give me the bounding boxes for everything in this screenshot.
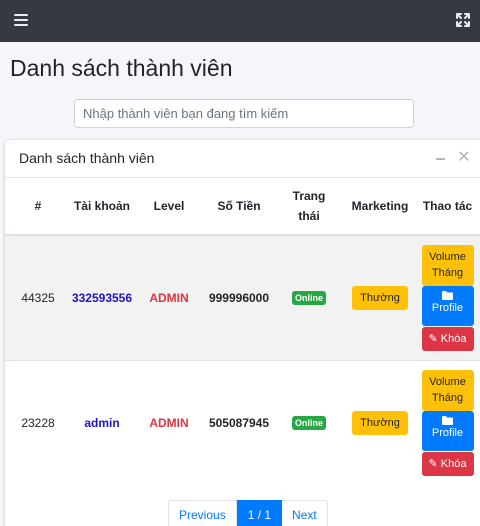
pencil-icon: ✎ — [428, 457, 438, 470]
volume-month-button[interactable]: Volume Tháng — [421, 369, 474, 411]
profile-label: Profile — [431, 301, 464, 314]
account-link[interactable]: admin — [84, 416, 119, 430]
profile-label: Profile — [431, 426, 464, 439]
action-group: Volume Tháng Profile ✎ Khóa — [415, 244, 480, 351]
profile-button[interactable]: Profile — [421, 410, 474, 451]
card-title: Danh sách thành viên — [19, 150, 155, 166]
column-header-actions: Thao tác — [415, 178, 480, 236]
member-table: # Tài khoản Level Số Tiền Trang thái Mar… — [5, 178, 480, 485]
page-title: Danh sách thành viên — [10, 55, 233, 81]
folder-icon — [442, 290, 453, 300]
current-page-indicator[interactable]: 1 / 1 — [236, 500, 283, 526]
pencil-icon: ✎ — [428, 332, 438, 345]
profile-button[interactable]: Profile — [421, 285, 474, 326]
marketing-button[interactable]: Thường — [352, 410, 408, 435]
minus-icon[interactable] — [433, 149, 447, 167]
account-link[interactable]: 332593556 — [72, 291, 132, 305]
lock-button[interactable]: ✎ Khóa — [421, 326, 474, 351]
member-list-card: Danh sách thành viên ✕ # Tài khoản Level… — [5, 140, 480, 526]
card-header: Danh sách thành viên ✕ — [5, 140, 480, 178]
column-header-money: Số Tiền — [205, 178, 273, 236]
column-header-level: Level — [133, 178, 205, 236]
column-header-account: Tài khoản — [71, 178, 133, 236]
search-input[interactable] — [74, 99, 414, 128]
expand-icon[interactable] — [454, 11, 472, 29]
column-header-id: # — [5, 178, 71, 236]
lock-label: Khóa — [440, 332, 467, 345]
next-page-button[interactable]: Next — [282, 500, 328, 526]
top-navbar — [0, 0, 480, 42]
table-row: 23228 admin ADMIN 505087945 Online Thườn… — [5, 359, 480, 485]
status-badge: Online — [291, 416, 326, 431]
pagination: Previous 1 / 1 Next — [168, 500, 328, 526]
cell-level: ADMIN — [133, 359, 205, 485]
cell-level: ADMIN — [133, 234, 205, 360]
table-header-row: # Tài khoản Level Số Tiền Trang thái Mar… — [5, 178, 480, 236]
action-group: Volume Tháng Profile ✎ Khóa — [415, 369, 480, 476]
lock-label: Khóa — [440, 457, 467, 470]
menu-icon[interactable] — [14, 12, 28, 28]
cell-money: 999996000 — [205, 234, 273, 360]
cell-money: 505087945 — [205, 359, 273, 485]
lock-button[interactable]: ✎ Khóa — [421, 451, 474, 476]
previous-page-button[interactable]: Previous — [168, 500, 237, 526]
table-row: 44325 332593556 ADMIN 999996000 Online T… — [5, 234, 480, 360]
column-header-marketing: Marketing — [345, 178, 415, 236]
cell-id: 44325 — [5, 234, 71, 360]
volume-month-button[interactable]: Volume Tháng — [421, 244, 474, 286]
marketing-button[interactable]: Thường — [352, 285, 408, 310]
column-header-status: Trang thái — [273, 178, 345, 236]
folder-icon — [442, 415, 453, 425]
close-icon[interactable]: ✕ — [457, 149, 471, 167]
cell-id: 23228 — [5, 359, 71, 485]
status-badge: Online — [291, 291, 326, 306]
